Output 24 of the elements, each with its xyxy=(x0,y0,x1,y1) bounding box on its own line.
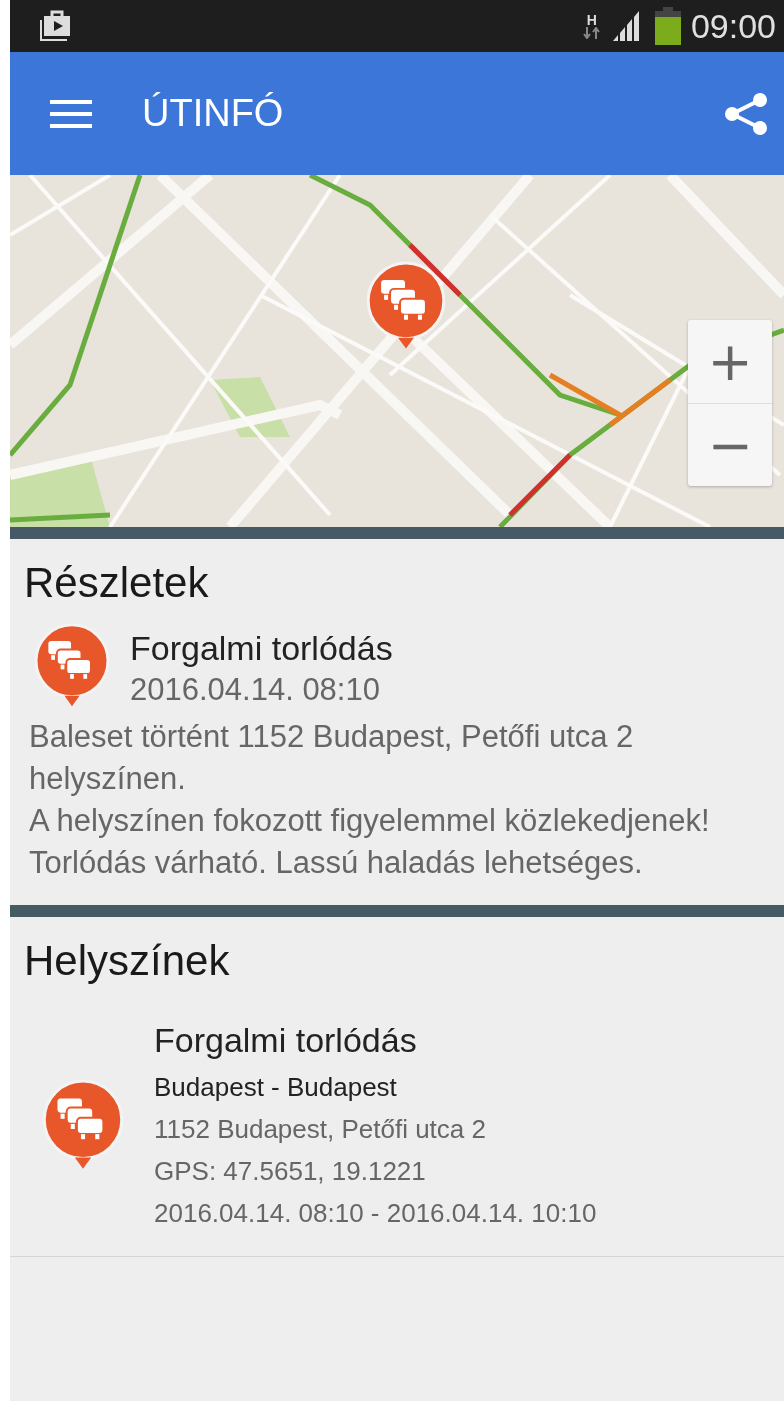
network-type: H xyxy=(582,13,601,39)
zoom-out-button[interactable]: − xyxy=(688,403,772,486)
location-title: Forgalmi torlódás xyxy=(154,1021,418,1061)
traffic-jam-icon xyxy=(42,1078,124,1171)
traffic-jam-marker-icon xyxy=(366,261,446,351)
location-address: 1152 Budapest, Petőfi utca 2 xyxy=(154,1113,487,1147)
map-drawing[interactable] xyxy=(10,175,784,527)
app-title: ÚTINFÓ xyxy=(142,92,284,135)
menu-button[interactable] xyxy=(50,98,92,129)
description-text: Baleset történt 1152 Budapest, Petőfi utca 2 helyszínen. xyxy=(29,718,635,798)
traffic-jam-icon xyxy=(34,623,110,709)
section-heading: Részletek xyxy=(24,559,210,607)
description-text: A helyszínen fokozott figyelemmel közlekedjenek! xyxy=(29,801,711,840)
gps-coordinates: GPS: 47.5651, 19.1221 xyxy=(154,1155,427,1189)
share-button[interactable] xyxy=(724,91,768,136)
clock-time: 09:00 xyxy=(690,6,776,46)
incident-date: 2016.04.14. 08:10 xyxy=(130,672,381,708)
incident-title: Forgalmi torlódás xyxy=(130,629,393,668)
description-text: Torlódás várható. Lassú haladás lehetséges. xyxy=(29,843,644,882)
zoom-in-button[interactable]: + xyxy=(688,320,772,403)
validity-period: 2016.04.14. 08:10 - 2016.04.14. 10:10 xyxy=(154,1196,597,1230)
battery-icon xyxy=(654,7,681,45)
section-heading: Helyszínek xyxy=(24,937,231,986)
location-region: Budapest - Budapest xyxy=(154,1072,398,1104)
